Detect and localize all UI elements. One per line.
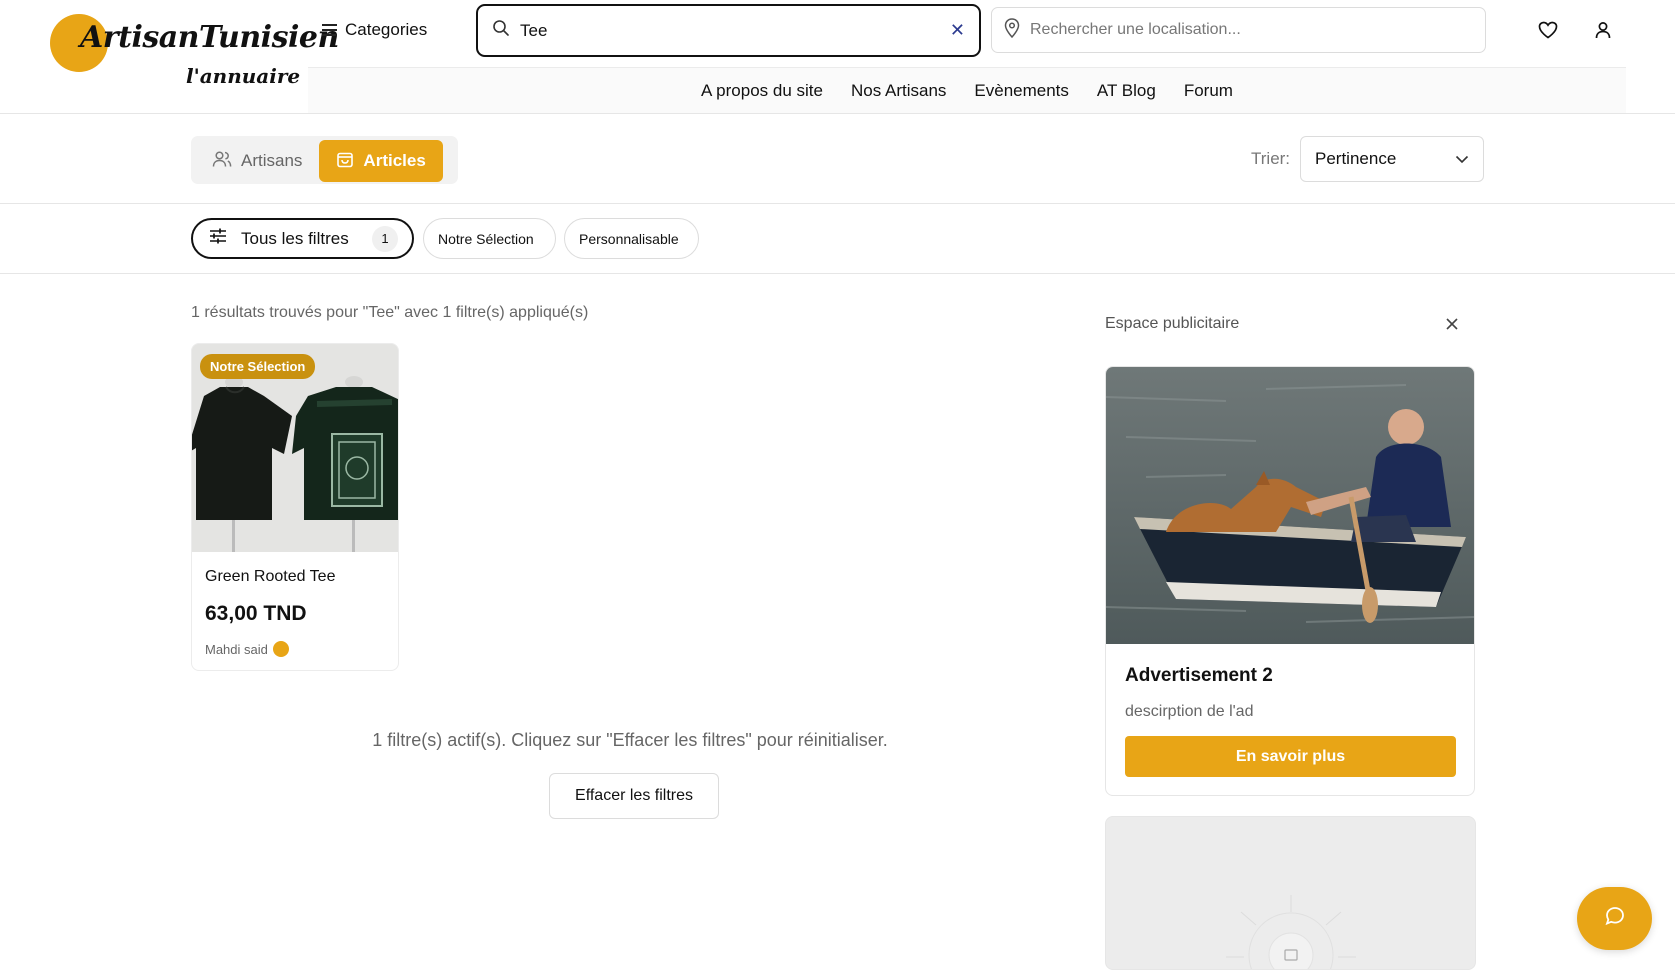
seller-name: Mahdi said xyxy=(205,641,268,657)
nav-link-about[interactable]: A propos du site xyxy=(701,81,823,101)
chat-bubble-icon xyxy=(1604,905,1626,932)
sort-label: Trier: xyxy=(1251,149,1291,168)
tab-artisans-label: Artisans xyxy=(241,151,303,170)
all-filters-label: Tous les filtres xyxy=(241,228,349,248)
product-image: Notre Sélection xyxy=(192,344,398,552)
product-price: 63,00 TND xyxy=(205,602,307,625)
clear-filters-button[interactable]: Effacer les filtres xyxy=(549,773,719,819)
ad-image xyxy=(1106,367,1474,644)
nav-link-artisans[interactable]: Nos Artisans xyxy=(851,81,946,101)
map-pin-icon xyxy=(1004,17,1020,43)
shopping-bag-icon xyxy=(336,149,354,173)
result-type-tabs: Artisans Articles xyxy=(191,136,458,184)
users-icon xyxy=(212,150,232,173)
ad-title: Advertisement 2 xyxy=(1125,665,1273,686)
categories-label: Categories xyxy=(345,20,428,39)
filter-bar: Tous les filtres 1 Notre Sélection Perso… xyxy=(0,204,1675,274)
site-logo[interactable]: ArtisanTunisien l'annuaire xyxy=(44,8,339,100)
logo-brand-name: ArtisanTunisien xyxy=(80,20,339,55)
nav-link-forum[interactable]: Forum xyxy=(1184,81,1233,101)
verified-artisan-icon xyxy=(272,641,289,657)
main-nav: A propos du site Nos Artisans Evènements… xyxy=(308,67,1626,113)
tab-articles-label: Articles xyxy=(363,151,426,170)
search-icon xyxy=(492,19,510,42)
search-input[interactable]: Tee xyxy=(520,21,950,41)
filter-chip-personnalisable[interactable]: Personnalisable xyxy=(564,218,699,259)
chat-button[interactable] xyxy=(1577,887,1652,950)
clear-search-icon[interactable]: ✕ xyxy=(950,20,965,41)
sliders-icon xyxy=(209,228,227,249)
filter-chip-notre-selection[interactable]: Notre Sélection xyxy=(423,218,556,259)
active-filters-message: 1 filtre(s) actif(s). Cliquez sur "Effac… xyxy=(372,730,888,750)
results-toolbar: Artisans Articles Trier: Pertinence xyxy=(0,114,1675,204)
all-filters-button[interactable]: Tous les filtres 1 xyxy=(191,218,414,259)
tab-artisans[interactable]: Artisans xyxy=(195,140,319,182)
ad-learn-more-button[interactable]: En savoir plus xyxy=(1125,736,1456,777)
filter-count-badge: 1 xyxy=(372,225,398,252)
heart-icon[interactable] xyxy=(1536,18,1560,42)
product-badge: Notre Sélection xyxy=(200,354,316,379)
product-seller[interactable]: Mahdi said xyxy=(205,641,289,657)
location-field[interactable] xyxy=(991,7,1486,53)
product-title: Green Rooted Tee xyxy=(205,568,336,585)
nav-link-events[interactable]: Evènements xyxy=(974,81,1069,101)
categories-button[interactable]: Categories xyxy=(322,16,427,44)
chevron-down-icon xyxy=(1455,149,1469,169)
sort-value: Pertinence xyxy=(1315,149,1397,168)
user-icon[interactable] xyxy=(1591,18,1615,42)
ad-section-heading: Espace publicitaire xyxy=(1105,315,1240,332)
location-input[interactable] xyxy=(1030,21,1473,39)
sort-select[interactable]: Pertinence xyxy=(1300,136,1484,182)
tab-articles[interactable]: Articles xyxy=(319,140,443,182)
ad-description: descirption de l'ad xyxy=(1125,703,1254,720)
menu-icon xyxy=(322,24,337,36)
nav-link-blog[interactable]: AT Blog xyxy=(1097,81,1156,101)
ad-card-placeholder xyxy=(1105,816,1476,970)
logo-tagline: l'annuaire xyxy=(186,64,301,88)
results-summary: 1 résultats trouvés pour "Tee" avec 1 fi… xyxy=(191,304,589,321)
image-placeholder-icon xyxy=(1226,895,1356,969)
search-field[interactable]: Tee ✕ xyxy=(476,4,981,57)
close-icon[interactable] xyxy=(1441,313,1463,335)
ad-card: Advertisement 2 descirption de l'ad En s… xyxy=(1105,366,1475,796)
site-header: ArtisanTunisien l'annuaire Categories Te… xyxy=(0,0,1675,114)
product-card[interactable]: Notre Sélection Green Rooted Tee 63,00 T… xyxy=(191,343,399,671)
